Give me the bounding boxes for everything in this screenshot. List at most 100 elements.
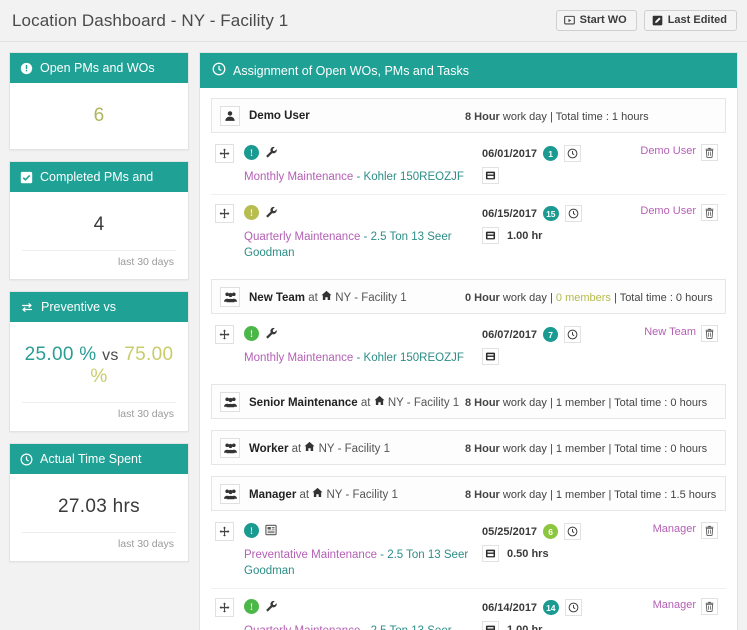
- task-link[interactable]: Quarterly Maintenance: [244, 625, 360, 630]
- group-header[interactable]: Senior Maintenance at NY - Facility 1 8 H…: [211, 384, 726, 419]
- drag-handle[interactable]: [215, 522, 234, 541]
- kpi-sidebar: Open PMs and WOs 6 Completed PMs and 4 l…: [9, 52, 189, 630]
- task-assignee[interactable]: Demo User: [600, 204, 696, 217]
- clock-icon[interactable]: [564, 599, 582, 616]
- group-header[interactable]: Worker at NY - Facility 1 8 Hour work day…: [211, 430, 726, 465]
- group-name: Demo User: [249, 110, 310, 122]
- kpi-value-separator: vs: [102, 347, 119, 364]
- days-badge: 15: [543, 206, 559, 221]
- task-assignee[interactable]: Manager: [600, 598, 696, 611]
- clock-icon[interactable]: [564, 523, 582, 540]
- task-link[interactable]: Monthly Maintenance: [244, 352, 353, 364]
- task-link[interactable]: Quarterly Maintenance: [244, 231, 360, 243]
- last-edited-button[interactable]: Last Edited: [643, 10, 737, 31]
- task-assignee[interactable]: Manager: [600, 522, 696, 535]
- priority-badge: !: [244, 145, 259, 160]
- assignment-panel: Assignment of Open WOs, PMs and Tasks De…: [199, 52, 738, 630]
- task-assignee[interactable]: New Team: [600, 325, 696, 338]
- assignment-panel-title: Assignment of Open WOs, PMs and Tasks: [233, 63, 469, 78]
- task-link[interactable]: Preventative Maintenance: [244, 549, 377, 561]
- kpi-card-completed-pms: Completed PMs and 4 last 30 days: [9, 161, 189, 280]
- group-header[interactable]: New Team at NY - Facility 1 0 Hour work d…: [211, 279, 726, 314]
- exclamation-circle-icon: [20, 62, 33, 75]
- team-icon: [220, 287, 240, 307]
- group-name: Manager at NY - Facility 1: [249, 487, 398, 501]
- kpi-card-header: Completed PMs and: [10, 162, 188, 192]
- task-delete: [696, 598, 718, 615]
- task-assignee[interactable]: Demo User: [600, 144, 696, 157]
- task-list: ! Monthly Maintenance - Kohler 150REOZJF 0…: [211, 316, 726, 375]
- task-schedule: 06/07/2017 7: [482, 325, 600, 365]
- check-square-icon: [20, 171, 33, 184]
- edit-square-icon: [652, 15, 663, 26]
- task-title: Quarterly Maintenance - 2.5 Ton 13 Seer …: [244, 231, 452, 259]
- home-icon: [304, 441, 315, 455]
- trash-icon[interactable]: [701, 598, 718, 615]
- clock-icon[interactable]: [564, 205, 582, 222]
- team-icon: [220, 438, 240, 458]
- note-icon[interactable]: [482, 348, 499, 365]
- task-title: Quarterly Maintenance - 2.5 Ton 13 Seer …: [244, 623, 476, 630]
- team-icon: [220, 392, 240, 412]
- priority-badge: !: [244, 599, 259, 614]
- task-delete: [696, 325, 718, 342]
- assignment-groups: Demo User 8 Hour work day | Total time : …: [200, 88, 737, 630]
- days-badge: 1: [543, 146, 559, 161]
- trash-icon[interactable]: [701, 522, 718, 539]
- start-wo-button[interactable]: Start WO: [555, 10, 637, 31]
- drag-handle[interactable]: [215, 325, 234, 344]
- kpi-footer: last 30 days: [22, 250, 176, 271]
- task-due-date: 06/07/2017: [482, 328, 538, 341]
- task-schedule: 06/14/2017 14 1.00 hr: [482, 598, 600, 630]
- assignment-group: Senior Maintenance at NY - Facility 1 8 H…: [211, 384, 726, 419]
- group-workload-text: 8 Hour work day | 1 member | Total time …: [465, 397, 708, 409]
- group-workload-text: 0 Hour work day | 0 members | Total time…: [465, 292, 713, 304]
- group-workload: 8 Hour work day | 1 member | Total time …: [465, 393, 715, 411]
- task-description: ! Monthly Maintenance - Kohler 150REOZJF: [244, 144, 482, 185]
- group-workload-text: 8 Hour work day | 1 member | Total time …: [465, 443, 708, 455]
- days-badge: 14: [543, 600, 559, 615]
- drag-handle[interactable]: [215, 204, 234, 223]
- kpi-card-title: Open PMs and WOs: [40, 61, 155, 75]
- priority-badge: !: [244, 205, 259, 220]
- task-row: ! Monthly Maintenance - Kohler 150REOZJF 0…: [211, 135, 726, 195]
- kpi-card-body: 4 last 30 days: [10, 192, 188, 279]
- drag-handle[interactable]: [215, 598, 234, 617]
- clock-icon[interactable]: [564, 145, 582, 162]
- group-workload: 8 Hour work day | Total time : 1 hours: [465, 107, 715, 125]
- task-schedule: 06/15/2017 15 1.00 hr: [482, 204, 600, 244]
- page-title: Location Dashboard - NY - Facility 1: [12, 10, 289, 30]
- group-workload-text: 8 Hour work day | Total time : 1 hours: [465, 111, 649, 123]
- group-header[interactable]: Manager at NY - Facility 1 8 Hour work da…: [211, 476, 726, 511]
- trash-icon[interactable]: [701, 144, 718, 161]
- trash-icon[interactable]: [701, 204, 718, 221]
- clock-icon: [212, 62, 226, 79]
- home-icon: [321, 290, 332, 304]
- note-icon[interactable]: [482, 167, 499, 184]
- assignment-group: New Team at NY - Facility 1 0 Hour work d…: [211, 279, 726, 375]
- group-header[interactable]: Demo User 8 Hour work day | Total time : …: [211, 98, 726, 133]
- user-icon: [220, 106, 240, 126]
- kpi-card-header: Preventive vs: [10, 292, 188, 322]
- note-icon[interactable]: [482, 545, 499, 562]
- kpi-card-header: Actual Time Spent: [10, 444, 188, 474]
- task-delete: [696, 522, 718, 539]
- kpi-card-title: Preventive vs: [41, 300, 117, 314]
- task-list: ! Monthly Maintenance - Kohler 150REOZJF 0…: [211, 135, 726, 270]
- kpi-value: 4: [93, 214, 105, 235]
- assignment-group: Worker at NY - Facility 1 8 Hour work day…: [211, 430, 726, 465]
- kpi-card-header: Open PMs and WOs: [10, 53, 188, 83]
- last-edited-label: Last Edited: [667, 14, 727, 26]
- kpi-card-title: Actual Time Spent: [40, 452, 142, 466]
- clock-icon[interactable]: [564, 326, 582, 343]
- trash-icon[interactable]: [701, 325, 718, 342]
- note-icon[interactable]: [482, 621, 499, 630]
- wrench-icon: [265, 205, 277, 223]
- task-hours: 1.00 hr: [507, 229, 543, 242]
- task-due-date: 06/14/2017: [482, 601, 538, 614]
- task-link[interactable]: Monthly Maintenance: [244, 171, 353, 183]
- note-icon[interactable]: [482, 227, 499, 244]
- task-description: ! Monthly Maintenance - Kohler 150REOZJF: [244, 325, 482, 366]
- drag-handle[interactable]: [215, 144, 234, 163]
- wrench-icon: [265, 326, 277, 344]
